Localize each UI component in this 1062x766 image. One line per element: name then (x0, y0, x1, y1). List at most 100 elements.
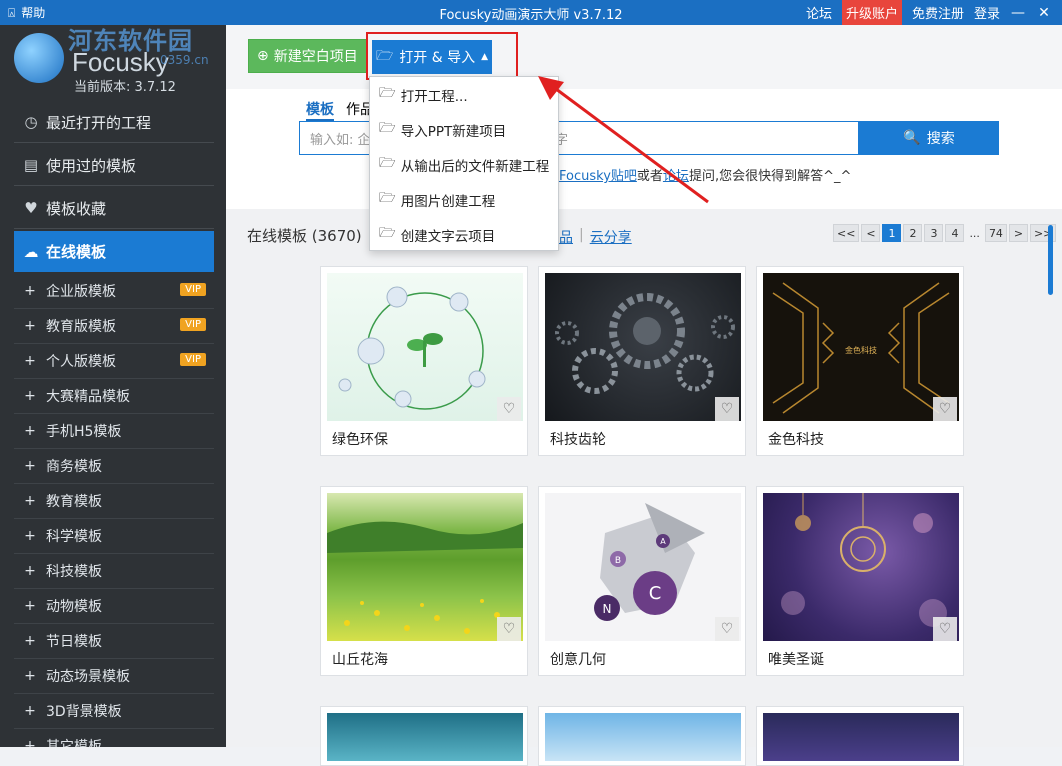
forum-link[interactable]: 论坛 (806, 3, 832, 22)
sidebar-subitem-3d-background[interactable]: +3D背景模板 (14, 694, 214, 729)
template-thumbnail (545, 273, 741, 421)
new-blank-project-button[interactable]: ⊕ 新建空白项目 (248, 39, 367, 73)
minimize-button[interactable]: — (1010, 5, 1026, 21)
share-links: 品 | 云分享 (559, 227, 632, 247)
plus-icon: + (24, 668, 36, 684)
folder-icon: 🗁 (379, 155, 396, 171)
prev-page-button[interactable]: < (861, 224, 881, 242)
template-card[interactable]: 金色科技 ♡ 金色科技 (756, 266, 964, 456)
sidebar-item-label: 最近打开的工程 (46, 113, 152, 132)
template-name: 山丘花海 (332, 652, 388, 668)
sidebar-subitem-label: 大赛精品模板 (46, 389, 130, 405)
template-card[interactable]: C N B A ♡ 创意几何 (538, 486, 746, 676)
thumb-letter-b: B (615, 556, 621, 566)
sidebar-subitem-holiday[interactable]: + 节日模板 (14, 624, 214, 659)
template-thumbnail (327, 273, 523, 421)
heart-box-icon: ♥ (24, 199, 38, 217)
upgrade-account-button[interactable]: 升级账户 (841, 0, 902, 26)
vip-badge: VIP (180, 283, 206, 296)
sidebar-subitem-animal[interactable]: + 动物模板 (14, 589, 214, 624)
sidebar-subitem-contest[interactable]: + 大赛精品模板 (14, 379, 214, 414)
sidebar-subitem-label: 个人版模板 (46, 354, 116, 370)
menu-item-label: 打开工程... (400, 88, 468, 105)
cloud-share-link[interactable]: 云分享 (590, 227, 632, 247)
search-tabs: 模板 作品 (306, 99, 374, 121)
sidebar-item-used-templates[interactable]: ▤ 使用过的模板 (14, 145, 214, 186)
works-link[interactable]: 品 (559, 227, 573, 247)
sidebar-subitem-education[interactable]: + 教育模板 (14, 484, 214, 519)
sidebar-item-online-templates[interactable]: ☁ 在线模板 (14, 231, 214, 272)
gallery-title: 在线模板 (3670) (247, 227, 362, 245)
folder-icon: 🗁 (379, 120, 396, 136)
template-thumbnail: 金色科技 (763, 273, 959, 421)
sidebar-subitem-education-edition[interactable]: + 教育版模板 VIP (14, 309, 214, 344)
first-page-button[interactable]: << (833, 224, 860, 242)
search-icon: 🔍 (903, 130, 921, 146)
favorite-heart-icon[interactable]: ♡ (715, 617, 739, 641)
page-74-button[interactable]: 74 (984, 224, 1007, 242)
template-thumbnail (545, 713, 741, 761)
folder-icon: 🗁 (379, 225, 396, 241)
template-name: 唯美圣诞 (768, 652, 824, 668)
annotation-arrow (538, 76, 709, 204)
favorite-heart-icon[interactable]: ♡ (715, 397, 739, 421)
sidebar-subitem-label: 3D背景模板 (46, 704, 122, 720)
template-card[interactable]: ♡ 唯美圣诞 (756, 486, 964, 676)
page-2-button[interactable]: 2 (903, 224, 923, 242)
plus-icon: + (24, 388, 36, 404)
template-card[interactable]: ♡ 绿色环保 (320, 266, 528, 456)
scrollbar[interactable] (1048, 225, 1053, 295)
sidebar: 河东软件园 Focusky 0359.cn 当前版本: 3.7.12 ◷ 最近打… (0, 25, 226, 747)
tab-templates[interactable]: 模板 (306, 99, 334, 121)
login-link[interactable]: 登录 (974, 3, 1000, 22)
register-link[interactable]: 免费注册 (912, 3, 964, 22)
sidebar-subitem-personal[interactable]: + 个人版模板 VIP (14, 344, 214, 379)
page-4-button[interactable]: 4 (945, 224, 965, 242)
close-button[interactable]: ✕ (1036, 5, 1052, 21)
template-card[interactable]: ♡ 山丘花海 (320, 486, 528, 676)
template-card[interactable] (538, 706, 746, 766)
sidebar-item-recent[interactable]: ◷ 最近打开的工程 (14, 102, 214, 143)
sidebar-subitem-enterprise[interactable]: + 企业版模板 VIP (14, 274, 214, 309)
clock-icon: ◷ (24, 113, 38, 131)
favorite-heart-icon[interactable]: ♡ (933, 397, 957, 421)
plus-icon: + (24, 318, 36, 334)
next-page-button[interactable]: > (1008, 224, 1028, 242)
sidebar-subitem-other[interactable]: + 其它模板 (14, 729, 214, 747)
open-import-button[interactable]: 🗁 打开 & 导入 ▲ (372, 40, 492, 74)
favorite-heart-icon[interactable]: ♡ (497, 397, 521, 421)
title-bar: ⍓ 帮助 Focusky动画演示大师 v3.7.12 论坛 升级账户 免费注册 登… (0, 0, 1062, 26)
template-name: 创意几何 (550, 652, 606, 668)
sidebar-subitem-mobile-h5[interactable]: + 手机H5模板 (14, 414, 214, 449)
page-3-button[interactable]: 3 (924, 224, 944, 242)
plus-icon: + (24, 738, 36, 747)
thumb-letter-a: A (660, 537, 666, 546)
menu-item-label: 导入PPT新建项目 (400, 123, 507, 140)
plus-icon: + (24, 598, 36, 614)
sidebar-subitem-science[interactable]: + 科学模板 (14, 519, 214, 554)
favorite-heart-icon[interactable]: ♡ (497, 617, 521, 641)
favorite-heart-icon[interactable]: ♡ (933, 617, 957, 641)
pager-ellipsis: ... (969, 226, 980, 240)
sidebar-item-favorites[interactable]: ♥ 模板收藏 (14, 188, 214, 229)
template-card[interactable] (320, 706, 528, 766)
plus-icon: + (24, 423, 36, 439)
search-button[interactable]: 🔍 搜索 (859, 121, 999, 155)
sidebar-subitem-label: 科学模板 (46, 529, 102, 545)
template-card[interactable]: ♡ 科技齿轮 (538, 266, 746, 456)
sidebar-item-label: 在线模板 (46, 243, 107, 261)
sidebar-subitem-dynamic-scene[interactable]: + 动态场景模板 (14, 659, 214, 694)
template-thumbnail (327, 493, 523, 641)
pagination: << < 1 2 3 4 ... 74 > >> (833, 224, 1057, 242)
template-card[interactable] (756, 706, 964, 766)
sidebar-subitem-label: 教育模板 (46, 494, 102, 510)
plus-icon: + (24, 458, 36, 474)
template-thumbnail: C N B A (545, 493, 741, 641)
sidebar-subitem-business[interactable]: + 商务模板 (14, 449, 214, 484)
template-name: 金色科技 (768, 432, 824, 448)
sidebar-subitem-technology[interactable]: + 科技模板 (14, 554, 214, 589)
page-1-button[interactable]: 1 (882, 224, 902, 242)
menu-item-word-cloud[interactable]: 🗁 创建文字云项目 (370, 217, 558, 252)
sidebar-subitem-label: 教育版模板 (46, 319, 116, 335)
open-import-label: 打开 & 导入 (399, 50, 476, 66)
